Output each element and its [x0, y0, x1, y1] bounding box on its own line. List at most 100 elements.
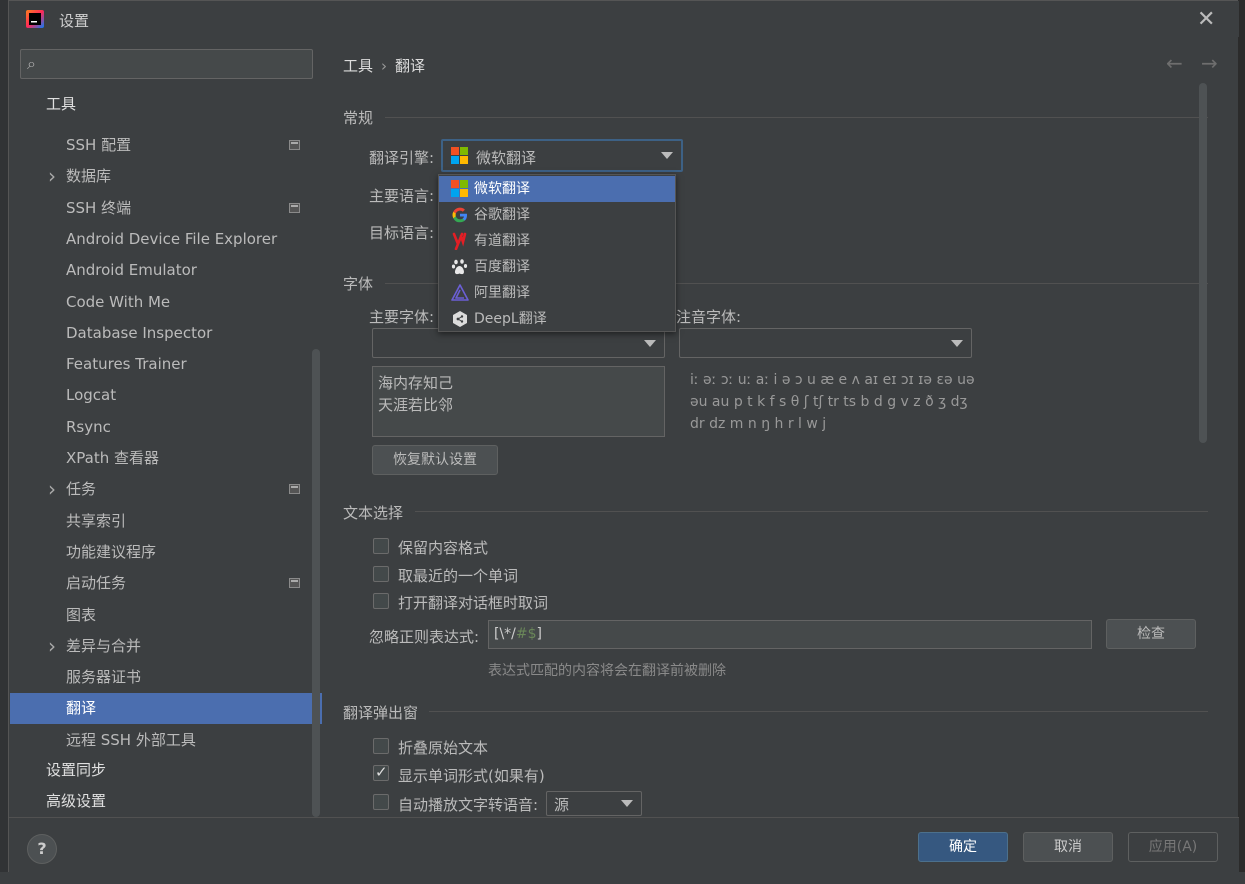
preview-line: 天涯若比邻 — [378, 396, 454, 414]
help-button[interactable]: ? — [27, 834, 57, 864]
sidebar-item[interactable]: 启动任务 — [10, 568, 322, 599]
deepl-icon — [453, 311, 467, 327]
take-nearest-checkbox[interactable] — [373, 566, 389, 582]
regex-part: #$ — [515, 626, 537, 642]
take-on-open-label: 打开翻译对话框时取词 — [398, 594, 549, 612]
sidebar-root-sync[interactable]: 设置同步 — [10, 755, 322, 786]
auto-tts-label: 自动播放文字转语音: — [398, 796, 539, 814]
engine-select-value: 微软翻译 — [476, 149, 537, 167]
engine-option-label: 谷歌翻译 — [474, 207, 530, 223]
intellij-logo-icon — [26, 10, 44, 28]
engine-option-baidu[interactable]: 百度翻译 — [439, 254, 675, 280]
chevron-right-icon[interactable]: › — [48, 474, 56, 505]
sidebar-item[interactable]: Database Inspector — [10, 318, 322, 349]
engine-option-label: DeepL翻译 — [474, 311, 547, 327]
section-title-popup: 翻译弹出窗 — [343, 704, 419, 722]
engine-option-label: 微软翻译 — [474, 181, 530, 197]
phonetic-font-select[interactable] — [679, 328, 972, 358]
sidebar-item[interactable]: › 差异与合并 — [10, 631, 322, 662]
sidebar-item[interactable]: 共享索引 — [10, 506, 322, 537]
engine-option-youdao[interactable]: 有道翻译 — [439, 228, 675, 254]
chevron-right-icon[interactable]: › — [48, 161, 56, 192]
section-divider — [385, 117, 1208, 118]
google-icon — [452, 207, 467, 223]
engine-option-deepl[interactable]: DeepL翻译 — [439, 306, 675, 332]
apply-button[interactable]: 应用(A) — [1128, 832, 1218, 862]
cancel-button[interactable]: 取消 — [1023, 832, 1113, 862]
breadcrumb-current: 翻译 — [395, 57, 426, 75]
chevron-right-icon[interactable]: › — [48, 631, 56, 662]
fold-text-checkbox[interactable] — [373, 738, 389, 754]
title-bar: 设置 ✕ — [9, 1, 1239, 37]
auto-tts-checkbox[interactable] — [373, 794, 389, 810]
sidebar-item[interactable]: SSH 配置 — [10, 130, 322, 161]
take-on-open-checkbox[interactable] — [373, 593, 389, 609]
ignore-regex-input[interactable]: [\*/#$] — [488, 620, 1092, 649]
preview-line: 海内存知己 — [378, 374, 454, 392]
chevron-down-icon — [951, 340, 963, 347]
sidebar-item[interactable]: 远程 SSH 外部工具 — [10, 725, 322, 756]
close-icon[interactable]: ✕ — [1197, 7, 1215, 32]
check-regex-button[interactable]: 检查 — [1106, 619, 1196, 649]
engine-option-label: 百度翻译 — [474, 259, 530, 275]
project-scope-icon — [289, 203, 300, 213]
sidebar-item[interactable]: 图表 — [10, 600, 322, 631]
sidebar-item-label: Database Inspector — [66, 324, 213, 342]
sidebar-item[interactable]: Logcat — [10, 380, 322, 411]
ignore-regex-value: [\*/#$] — [494, 626, 542, 642]
show-word-forms-checkbox[interactable] — [373, 763, 389, 781]
sidebar-item-label: Logcat — [66, 386, 117, 404]
sidebar-item[interactable]: Rsync — [10, 412, 322, 443]
regex-part: [\*/ — [494, 626, 516, 642]
breadcrumb-parent[interactable]: 工具 — [343, 57, 373, 75]
microsoft-icon — [451, 147, 469, 165]
sidebar-item[interactable]: Features Trainer — [10, 349, 322, 380]
engine-option-microsoft[interactable]: 微软翻译 — [439, 176, 675, 202]
alibaba-icon — [451, 284, 469, 301]
engine-select[interactable]: 微软翻译 — [441, 139, 683, 172]
sidebar-item[interactable]: Android Device File Explorer — [10, 224, 322, 255]
sidebar-item[interactable]: Android Emulator — [10, 255, 322, 286]
sidebar-item[interactable]: › 任务 — [10, 474, 322, 505]
sidebar-item[interactable]: 功能建议程序 — [10, 537, 322, 568]
sidebar-scrollbar[interactable] — [312, 349, 320, 817]
section-title-font: 字体 — [343, 275, 374, 293]
back-arrow-icon[interactable]: ← — [1166, 51, 1183, 75]
project-scope-icon — [289, 140, 300, 150]
sidebar-item-label: 数据库 — [66, 167, 112, 185]
sidebar-item-label: Rsync — [66, 418, 111, 436]
forward-arrow-icon[interactable]: → — [1201, 51, 1218, 75]
primary-font-select[interactable] — [372, 328, 665, 358]
sidebar-item[interactable]: SSH 终端 — [10, 193, 322, 224]
engine-option-alibaba[interactable]: 阿里翻译 — [439, 280, 675, 306]
sidebar-root-tools[interactable]: 工具 — [10, 89, 322, 120]
sidebar-item-label: XPath 查看器 — [66, 449, 159, 467]
engine-option-label: 有道翻译 — [474, 233, 530, 249]
sidebar-item[interactable]: › 数据库 — [10, 161, 322, 192]
sidebar-item[interactable]: 翻译 — [10, 693, 322, 724]
panel-scrollbar[interactable] — [1199, 83, 1207, 443]
search-icon: ⌕ — [27, 54, 36, 73]
sidebar-item-label: SSH 终端 — [66, 199, 132, 217]
sidebar-root-label: 设置同步 — [46, 761, 107, 779]
chevron-down-icon — [621, 800, 633, 807]
sidebar-item-label: 翻译 — [66, 699, 97, 717]
tts-source-select[interactable]: 源 — [546, 791, 642, 816]
breadcrumb-separator: › — [381, 57, 388, 75]
sidebar-root-advanced[interactable]: 高级设置 — [10, 786, 322, 817]
sidebar-item-label: SSH 配置 — [66, 136, 132, 154]
sidebar-item[interactable]: XPath 查看器 — [10, 443, 322, 474]
reset-defaults-button[interactable]: 恢复默认设置 — [372, 445, 498, 475]
engine-dropdown-list: 微软翻译 谷歌翻译 有道翻译 百度翻译 阿里翻译 DeepL翻译 — [438, 174, 676, 332]
engine-label: 翻译引擎: — [369, 149, 435, 167]
ok-button[interactable]: 确定 — [918, 832, 1008, 862]
settings-sidebar: ⌕ 工具 SSH 配置 › 数据库 SSH 终端 Android Device File… — [10, 37, 322, 817]
sidebar-item-label: Features Trainer — [66, 355, 187, 373]
youdao-icon — [452, 232, 467, 250]
sidebar-root-label: 高级设置 — [46, 792, 107, 810]
keep-format-checkbox[interactable] — [373, 538, 389, 554]
engine-option-google[interactable]: 谷歌翻译 — [439, 202, 675, 228]
search-input[interactable]: ⌕ — [20, 49, 313, 79]
sidebar-item[interactable]: 服务器证书 — [10, 662, 322, 693]
sidebar-item[interactable]: Code With Me — [10, 287, 322, 318]
